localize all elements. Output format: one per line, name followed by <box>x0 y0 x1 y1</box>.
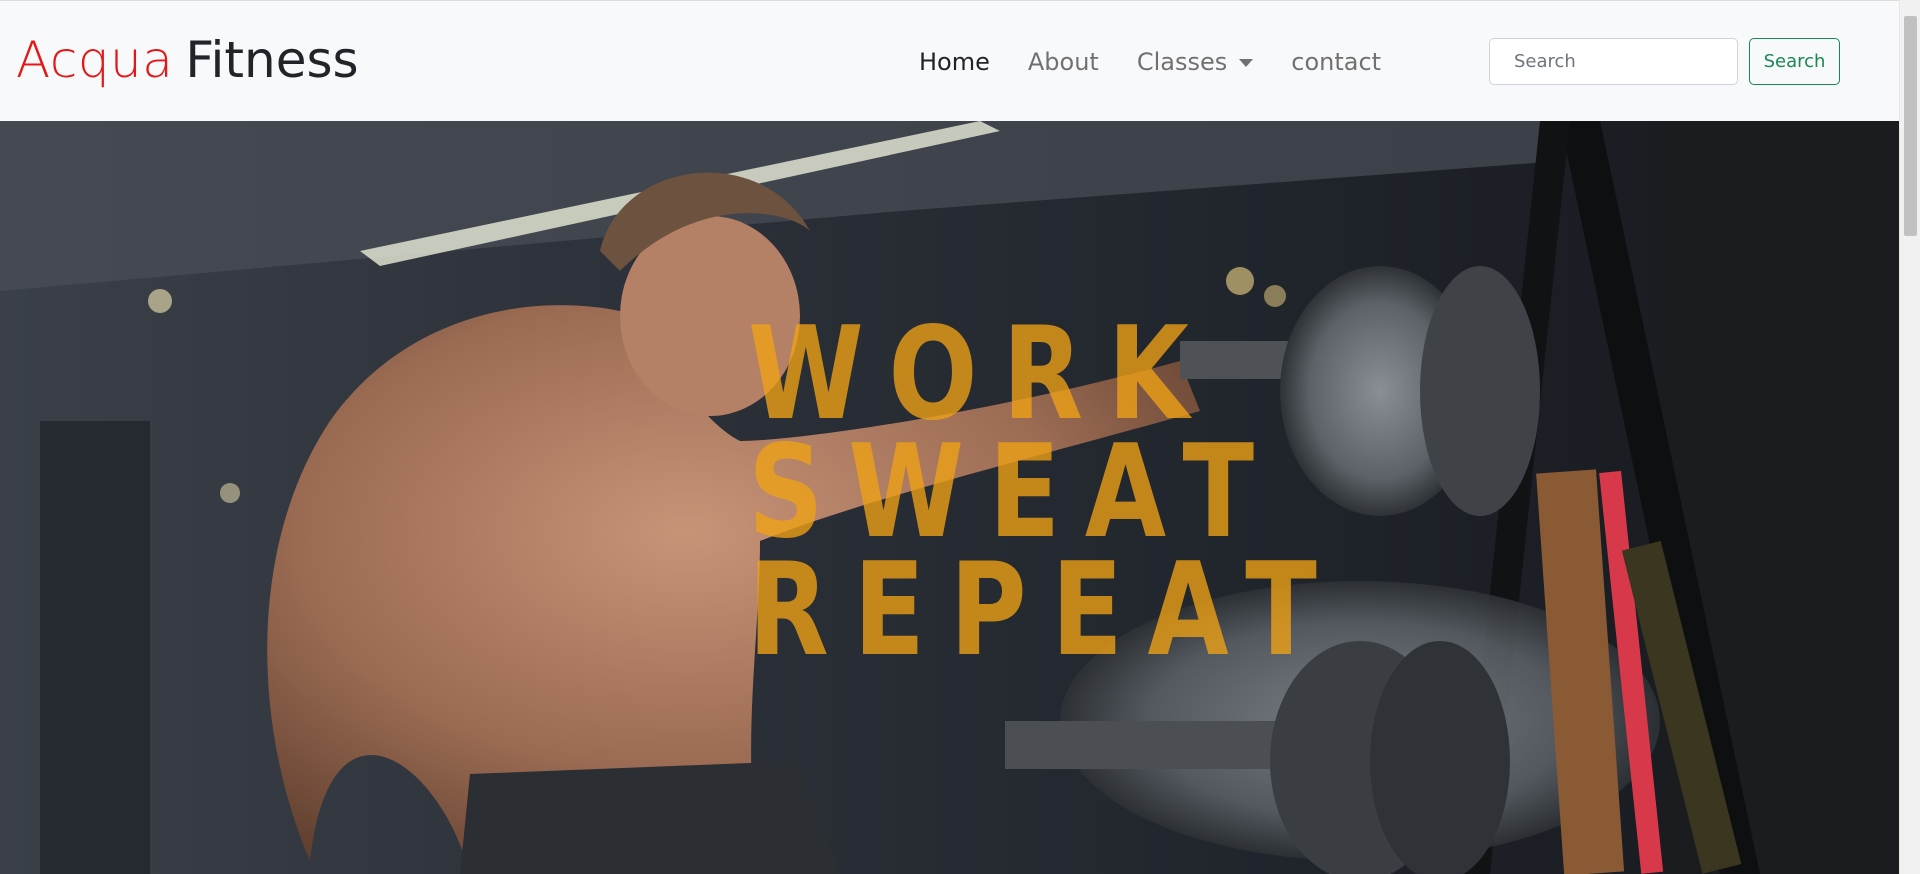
brand-logo[interactable]: Acqua Fitness <box>16 25 359 95</box>
brand-name-acqua: Acqua <box>16 31 174 89</box>
vertical-scrollbar[interactable] <box>1899 0 1920 874</box>
navbar: Acqua Fitness Home About Classes contact … <box>0 0 1899 121</box>
hero-line-repeat: REPEAT <box>748 536 1342 685</box>
hero-line-sweat: SWEAT <box>748 418 1279 567</box>
nav-links: Home About Classes contact <box>900 37 1400 87</box>
nav-contact-link[interactable]: contact <box>1272 48 1400 76</box>
page: Acqua Fitness Home About Classes contact … <box>0 0 1920 874</box>
hero-headline: WORK SWEAT REPEAT <box>748 300 1472 685</box>
chevron-down-icon <box>1239 59 1254 67</box>
search-button[interactable]: Search <box>1749 38 1840 85</box>
hero-line-work: WORK <box>748 300 1214 449</box>
hero-banner: WORK SWEAT REPEAT <box>0 121 1899 874</box>
search-form: Search <box>1489 38 1840 85</box>
nav-classes-dropdown[interactable]: Classes <box>1118 48 1272 76</box>
scrollbar-thumb[interactable] <box>1904 16 1917 236</box>
nav-home-link[interactable]: Home <box>900 48 1009 76</box>
brand-name-fitness: Fitness <box>185 31 359 89</box>
search-input[interactable] <box>1489 38 1738 85</box>
nav-classes-label: Classes <box>1136 48 1228 76</box>
nav-about-link[interactable]: About <box>1009 48 1118 76</box>
